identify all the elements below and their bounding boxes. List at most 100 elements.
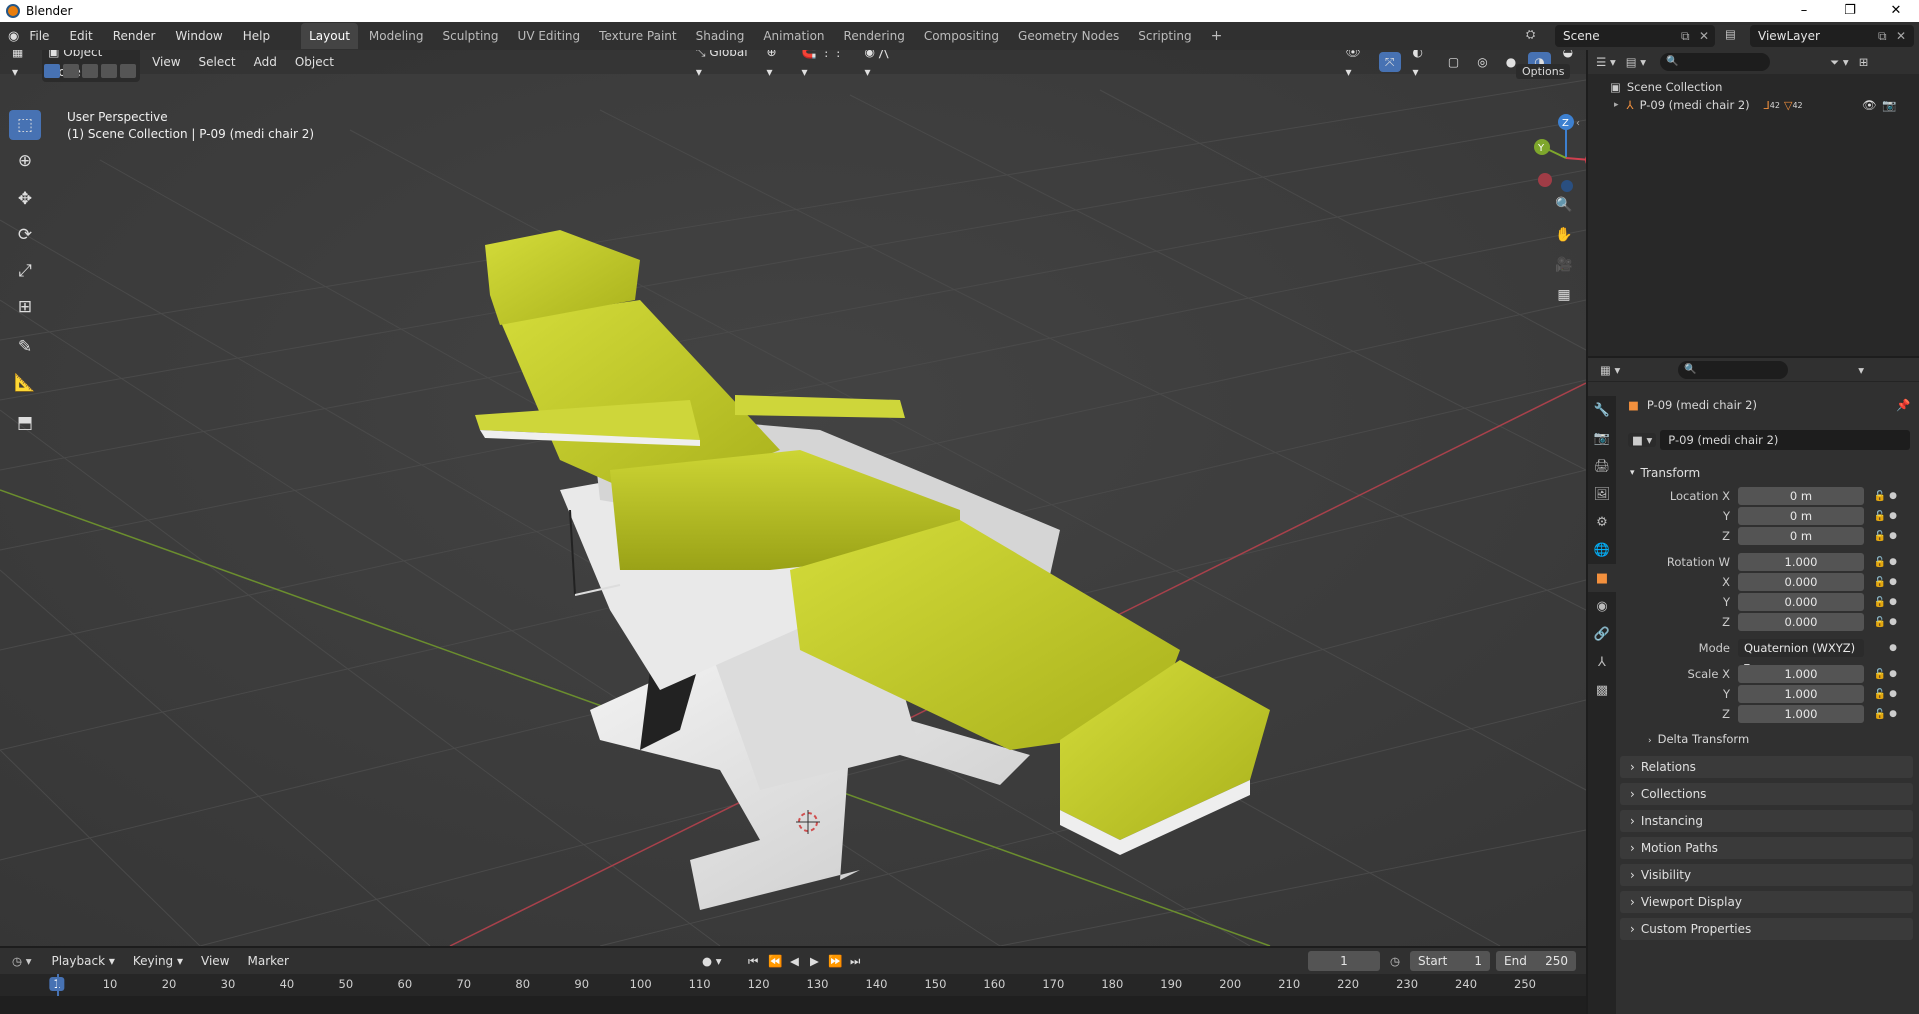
- select-invert-icon[interactable]: [101, 64, 117, 78]
- transform-tool-icon[interactable]: ⊞: [9, 292, 41, 322]
- jump-keyframe-forward-icon[interactable]: ⏩: [828, 954, 842, 968]
- select-new-icon[interactable]: [44, 64, 60, 78]
- scene-collection-row[interactable]: ▣ Scene Collection: [1610, 80, 1722, 94]
- outliner-editor-icon[interactable]: ☰ ▾: [1596, 55, 1616, 69]
- viewport-display-panel-header[interactable]: › Viewport Display: [1620, 891, 1913, 913]
- rotation-x-field[interactable]: 0.000: [1738, 573, 1864, 591]
- texture-tab-icon[interactable]: ▩: [1588, 676, 1616, 704]
- tab-layout[interactable]: Layout: [301, 23, 358, 49]
- jump-end-icon[interactable]: ⏭: [850, 954, 860, 969]
- zoom-icon[interactable]: 🔍: [1551, 192, 1577, 218]
- scale-x-field[interactable]: 1.000: [1738, 665, 1864, 683]
- object-name-field[interactable]: P-09 (medi chair 2): [1660, 430, 1911, 450]
- keyframe-dot-icon[interactable]: ●: [1888, 511, 1898, 521]
- delta-transform-header[interactable]: › Delta Transform: [1648, 732, 1749, 746]
- options-button[interactable]: Options: [1516, 64, 1571, 79]
- play-icon[interactable]: ▶: [810, 954, 819, 968]
- overlays-icon[interactable]: ◐ ▾: [1407, 50, 1436, 82]
- add-cube-tool-icon[interactable]: ⬒: [9, 408, 41, 438]
- scale-tool-icon[interactable]: ⤢: [9, 256, 41, 286]
- menu-select[interactable]: Select: [193, 52, 242, 72]
- play-reverse-icon[interactable]: ◀: [790, 954, 799, 968]
- tab-texture-paint[interactable]: Texture Paint: [591, 23, 684, 49]
- lock-icon[interactable]: 🔓: [1872, 531, 1888, 542]
- keyframe-dot-icon[interactable]: ●: [1888, 531, 1898, 541]
- menu-object[interactable]: Object: [289, 52, 340, 72]
- scene-selector-icon[interactable]: ⛭: [1526, 27, 1535, 42]
- keyframe-dot-icon[interactable]: ●: [1888, 597, 1898, 607]
- tool-tab-icon[interactable]: 🔧: [1588, 396, 1616, 424]
- lock-icon[interactable]: 🔓: [1872, 617, 1888, 628]
- keyframe-dot-icon[interactable]: ●: [1888, 669, 1898, 679]
- minimize-button[interactable]: –: [1781, 0, 1827, 22]
- annotate-tool-icon[interactable]: ✎: [9, 332, 41, 362]
- gizmo-toggle-icon[interactable]: ⤧: [1378, 52, 1401, 72]
- data-tab-icon[interactable]: ⅄: [1588, 648, 1616, 676]
- view-layer-selector[interactable]: ViewLayer ⧉ ✕: [1750, 25, 1914, 47]
- disable-render-icon[interactable]: 📷: [1882, 98, 1896, 112]
- keyframe-dot-icon[interactable]: ●: [1888, 643, 1898, 653]
- timeline-ruler[interactable]: 1102030405060708090100110120130140150160…: [0, 974, 1586, 996]
- tab-animation[interactable]: Animation: [755, 23, 832, 49]
- keyframe-dot-icon[interactable]: ●: [1888, 491, 1898, 501]
- location-z-field[interactable]: 0 m: [1738, 527, 1864, 545]
- lock-icon[interactable]: 🔓: [1872, 577, 1888, 588]
- lock-icon[interactable]: 🔓: [1872, 491, 1888, 502]
- start-frame-field[interactable]: Start 1: [1410, 951, 1490, 971]
- keyframe-dot-icon[interactable]: ●: [1888, 709, 1898, 719]
- keying-menu[interactable]: Keying ▾: [127, 951, 189, 971]
- output-tab-icon[interactable]: 🖨: [1588, 452, 1616, 480]
- properties-editor-icon[interactable]: ▦ ▾: [1600, 363, 1620, 377]
- auto-keying-icon[interactable]: ● ▾: [702, 954, 721, 968]
- view-layer-icon[interactable]: ▤: [1725, 27, 1736, 41]
- pin-icon[interactable]: 📌: [1896, 398, 1910, 412]
- timeline-body[interactable]: [0, 996, 1586, 1014]
- marker-menu[interactable]: Marker: [242, 951, 295, 971]
- tab-compositing[interactable]: Compositing: [916, 23, 1007, 49]
- keyframe-dot-icon[interactable]: ●: [1888, 577, 1898, 587]
- end-frame-field[interactable]: End 250: [1496, 951, 1576, 971]
- pan-icon[interactable]: ✋: [1551, 222, 1577, 248]
- current-frame-field[interactable]: 1: [1308, 951, 1380, 971]
- lock-icon[interactable]: 🔓: [1872, 511, 1888, 522]
- lock-icon[interactable]: 🔓: [1872, 709, 1888, 720]
- lock-icon[interactable]: 🔓: [1872, 557, 1888, 568]
- visibility-icon[interactable]: 👁 ▾: [1339, 50, 1372, 82]
- motion-paths-panel-header[interactable]: › Motion Paths: [1620, 837, 1913, 859]
- tab-rendering[interactable]: Rendering: [836, 23, 913, 49]
- 3d-viewport[interactable]: Z X Y ▦ ▾ ▣ Object Mode ▾ View Select Ad…: [0, 50, 1586, 946]
- menu-file[interactable]: File: [19, 22, 59, 50]
- keyframe-dot-icon[interactable]: ●: [1888, 557, 1898, 567]
- lock-icon[interactable]: 🔓: [1872, 689, 1888, 700]
- add-workspace-button[interactable]: +: [1203, 23, 1231, 49]
- custom-properties-panel-header[interactable]: › Custom Properties: [1620, 918, 1913, 940]
- outliner-search-input[interactable]: 🔍: [1660, 53, 1771, 71]
- constraints-tab-icon[interactable]: 🔗: [1588, 620, 1616, 648]
- measure-tool-icon[interactable]: 📐: [9, 368, 41, 398]
- properties-options-icon[interactable]: ▾: [1858, 363, 1864, 377]
- jump-keyframe-back-icon[interactable]: ⏪: [768, 954, 782, 968]
- select-intersect-icon[interactable]: [120, 64, 136, 78]
- instancing-panel-header[interactable]: › Instancing: [1620, 810, 1913, 832]
- rotation-y-field[interactable]: 0.000: [1738, 593, 1864, 611]
- select-subtract-icon[interactable]: [82, 64, 98, 78]
- menu-view[interactable]: View: [146, 52, 186, 72]
- ortho-toggle-icon[interactable]: ▦: [1551, 282, 1577, 308]
- new-view-layer-icon[interactable]: ⧉: [1878, 29, 1887, 44]
- lock-icon[interactable]: 🔓: [1872, 597, 1888, 608]
- proportional-edit-icon[interactable]: ◉ ⋀ ▾: [858, 50, 899, 82]
- menu-help[interactable]: Help: [233, 22, 280, 50]
- rotation-mode-dropdown[interactable]: Quaternion (WXYZ) ▾: [1738, 639, 1864, 673]
- menu-render[interactable]: Render: [103, 22, 166, 50]
- shading-wireframe-icon[interactable]: ◎: [1471, 52, 1493, 72]
- delete-view-layer-icon[interactable]: ✕: [1896, 29, 1906, 43]
- delete-scene-icon[interactable]: ✕: [1699, 29, 1709, 43]
- timeline-editor-icon[interactable]: ◷ ▾: [12, 954, 31, 968]
- editor-type-icon[interactable]: ▦ ▾: [6, 50, 36, 82]
- close-button[interactable]: ✕: [1873, 0, 1919, 22]
- menu-edit[interactable]: Edit: [59, 22, 102, 50]
- tab-modeling[interactable]: Modeling: [361, 23, 432, 49]
- jump-start-icon[interactable]: ⏮: [748, 954, 758, 969]
- display-mode-icon[interactable]: ▤ ▾: [1626, 55, 1646, 69]
- rotation-z-field[interactable]: 0.000: [1738, 613, 1864, 631]
